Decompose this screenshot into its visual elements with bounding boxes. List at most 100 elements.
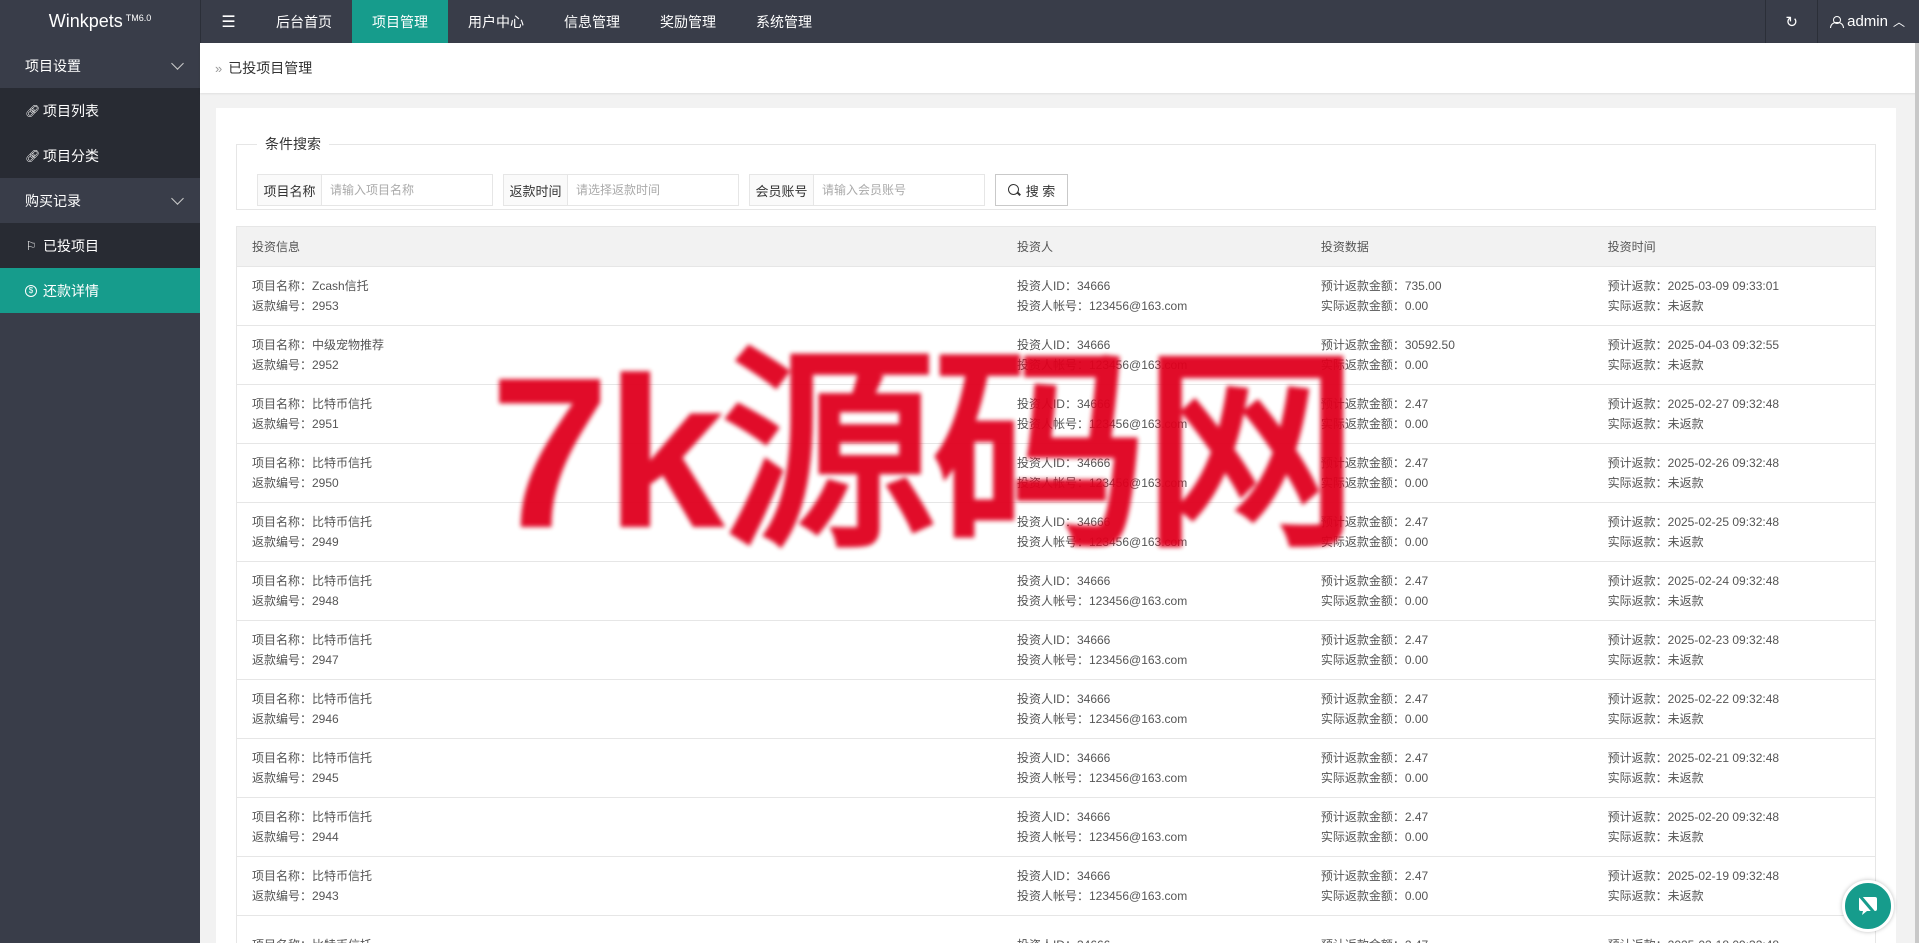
cell-line: 项目名称：比特币信托 xyxy=(252,397,373,411)
sidebar-item[interactable]: 🔗︎ 项目分类 xyxy=(0,133,200,178)
flag-icon: ⚐ xyxy=(25,238,37,253)
cell-line: 返款编号：2949 xyxy=(252,535,339,549)
table-cell: 项目名称：比特币信托 返款编号：2944 xyxy=(235,797,1002,857)
cell-line: 投资人ID：34666 xyxy=(1016,456,1111,470)
cell-line: 预计返款金额：2.47 xyxy=(1320,692,1429,706)
table-cell: 项目名称：比特币信托 返款编号：2950 xyxy=(235,443,1002,503)
table-row: 项目名称：比特币信托 返款编号：2944 投资人ID：34666 投资人帐号：1234… xyxy=(235,797,1876,857)
table-cell: 预计返款：2025-04-03 09:32:55 实际返款：未返款 xyxy=(1592,325,1876,385)
refresh-icon[interactable]: ↻ xyxy=(1765,0,1817,43)
cell-line: 预计返款：2025-04-03 09:32:55 xyxy=(1607,338,1780,352)
cell-line: 实际返款金额：0.00 xyxy=(1320,476,1429,490)
table-cell: 项目名称：比特币信托 返款编号：2949 xyxy=(235,502,1002,562)
member-account-input[interactable] xyxy=(814,175,984,205)
chevron-down-icon xyxy=(171,192,184,205)
project-name-input[interactable] xyxy=(322,175,492,205)
cell-line: 实际返款金额：0.00 xyxy=(1320,358,1429,372)
cell-line: 投资人帐号：123456@163.com xyxy=(1016,653,1188,667)
table-cell: 预计返款：2025-02-22 09:32:48 实际返款：未返款 xyxy=(1592,679,1876,739)
nav-item[interactable]: 信息管理 xyxy=(544,0,640,43)
table-cell: 预计返款金额：2.47 实际返款金额：0.00 xyxy=(1305,738,1593,798)
cell-line: 投资人ID：34666 xyxy=(1016,869,1111,883)
table-cell: 项目名称：比特币信托 返款编号：2947 xyxy=(235,620,1002,680)
table-cell: 投资人ID：34666 投资人帐号：123456@163.com xyxy=(1001,325,1306,385)
sidebar-group[interactable]: 项目设置 xyxy=(0,43,200,88)
table-row: 项目名称：比特币信托 投资人ID：34666 预计返款金额：2.47 预计返款：202… xyxy=(235,915,1876,943)
cell-line: 投资人ID：34666 xyxy=(1016,338,1111,352)
table-row: 项目名称：比特币信托 返款编号：2951 投资人ID：34666 投资人帐号：1234… xyxy=(235,384,1876,444)
table-row: 项目名称：比特币信托 返款编号：2950 投资人ID：34666 投资人帐号：1234… xyxy=(235,443,1876,503)
search-button[interactable]: 搜 索 xyxy=(995,174,1068,206)
cell-line: 实际返款：未返款 xyxy=(1607,358,1704,372)
refund-time-input[interactable] xyxy=(568,175,738,205)
cell-line: 预计返款：2025-02-27 09:32:48 xyxy=(1607,397,1780,411)
cell-line: 预计返款金额：2.47 xyxy=(1321,935,1593,943)
table-cell: 预计返款金额：735.00 实际返款金额：0.00 xyxy=(1305,266,1593,326)
cell-line: 实际返款：未返款 xyxy=(1607,653,1704,667)
cell-line: 预计返款金额：2.47 xyxy=(1320,397,1429,411)
cell-line: 项目名称：比特币信托 xyxy=(252,869,373,883)
table-row: 项目名称：Zcash信托 返款编号：2953 投资人ID：34666 投资人帐号：12… xyxy=(235,266,1876,326)
table-cell: 投资人ID：34666 投资人帐号：123456@163.com xyxy=(1001,620,1306,680)
cell-line: 返款编号：2948 xyxy=(252,594,339,608)
field-member-account: 会员账号 xyxy=(749,174,985,206)
chat-off-icon[interactable] xyxy=(1842,880,1894,932)
cell-line: 预计返款：2025-02-22 09:32:48 xyxy=(1607,692,1780,706)
cell-line: 实际返款：未返款 xyxy=(1607,712,1704,726)
investment-table: 投资信息 投资人 投资数据 投资时间 项目名称：Zcash信托 返款编号：2953… xyxy=(235,226,1876,943)
cell-line: 返款编号：2946 xyxy=(252,712,339,726)
nav-item[interactable]: 后台首页 xyxy=(256,0,352,43)
cell-line: 投资人帐号：123456@163.com xyxy=(1016,535,1188,549)
table-cell: 项目名称：中级宠物推荐 返款编号：2952 xyxy=(235,325,1002,385)
content-panel: 条件搜索 项目名称 返款时间 会员账号 搜 索 xyxy=(216,108,1896,943)
user-icon xyxy=(1830,15,1845,28)
sidebar-item[interactable]: $ 还款详情 xyxy=(0,268,200,313)
table-row: 项目名称：比特币信托 返款编号：2946 投资人ID：34666 投资人帐号：1234… xyxy=(235,679,1876,739)
cell-line: 投资人ID：34666 xyxy=(1016,515,1111,529)
cell-line: 实际返款：未返款 xyxy=(1607,417,1704,431)
table-cell: 项目名称：比特币信托 xyxy=(235,915,1002,943)
logo: Winkpets TM6.0 xyxy=(0,0,200,43)
table-cell: 项目名称：Zcash信托 返款编号：2953 xyxy=(235,266,1002,326)
table-cell: 预计返款金额：2.47 实际返款金额：0.00 xyxy=(1305,620,1593,680)
cell-line: 实际返款：未返款 xyxy=(1607,889,1704,903)
nav-item[interactable]: 系统管理 xyxy=(736,0,832,43)
sidebar-item[interactable]: ⚐ 已投项目 xyxy=(0,223,200,268)
table-cell: 预计返款：2025-02-25 09:32:48 实际返款：未返款 xyxy=(1592,502,1876,562)
cell-line: 实际返款：未返款 xyxy=(1607,299,1704,313)
cell-line: 投资人帐号：123456@163.com xyxy=(1016,417,1188,431)
cell-line: 返款编号：2952 xyxy=(252,358,339,372)
cell-line: 投资人帐号：123456@163.com xyxy=(1016,889,1188,903)
nav-item[interactable]: 项目管理 xyxy=(352,0,448,43)
nav-item[interactable]: 用户中心 xyxy=(448,0,544,43)
table-cell: 投资人ID：34666 投资人帐号：123456@163.com xyxy=(1001,856,1306,916)
double-chevron-right-icon: » xyxy=(215,60,223,76)
cell-line: 预计返款：2025-02-20 09:32:48 xyxy=(1607,810,1780,824)
menu-icon[interactable]: ☰ xyxy=(200,0,256,43)
sidebar-item-label: 还款详情 xyxy=(43,282,99,299)
column-header: 投资信息 xyxy=(235,226,1002,267)
cell-line: 预计返款金额：2.47 xyxy=(1320,869,1429,883)
link-icon: 🔗︎ xyxy=(25,103,41,118)
cell-line: 投资人ID：34666 xyxy=(1017,935,1306,943)
table-cell: 预计返款金额：2.47 实际返款金额：0.00 xyxy=(1305,856,1593,916)
cell-line: 实际返款金额：0.00 xyxy=(1320,712,1429,726)
nav-item[interactable]: 奖励管理 xyxy=(640,0,736,43)
cell-line: 实际返款金额：0.00 xyxy=(1320,653,1429,667)
table-cell: 预计返款金额：2.47 实际返款金额：0.00 xyxy=(1305,443,1593,503)
cell-line: 实际返款金额：0.00 xyxy=(1320,771,1429,785)
cell-line: 预计返款：2025-02-26 09:32:48 xyxy=(1607,456,1780,470)
cell-line: 投资人帐号：123456@163.com xyxy=(1016,299,1188,313)
sidebar-item[interactable]: 🔗︎ 项目列表 xyxy=(0,88,200,133)
user-menu[interactable]: admin ︿ xyxy=(1817,0,1919,43)
cell-line: 预计返款金额：2.47 xyxy=(1320,515,1429,529)
cell-line: 投资人ID：34666 xyxy=(1016,279,1111,293)
cell-line: 实际返款：未返款 xyxy=(1607,594,1704,608)
table-row: 项目名称：比特币信托 返款编号：2948 投资人ID：34666 投资人帐号：1234… xyxy=(235,561,1876,621)
cell-line: 实际返款金额：0.00 xyxy=(1320,299,1429,313)
cell-line: 投资人帐号：123456@163.com xyxy=(1016,771,1188,785)
table-row: 项目名称：比特币信托 返款编号：2945 投资人ID：34666 投资人帐号：1234… xyxy=(235,738,1876,798)
sidebar-group[interactable]: 购买记录 xyxy=(0,178,200,223)
page-scrollbar[interactable] xyxy=(1915,43,1919,943)
cell-line: 预计返款：2025-03-09 09:33:01 xyxy=(1607,279,1780,293)
